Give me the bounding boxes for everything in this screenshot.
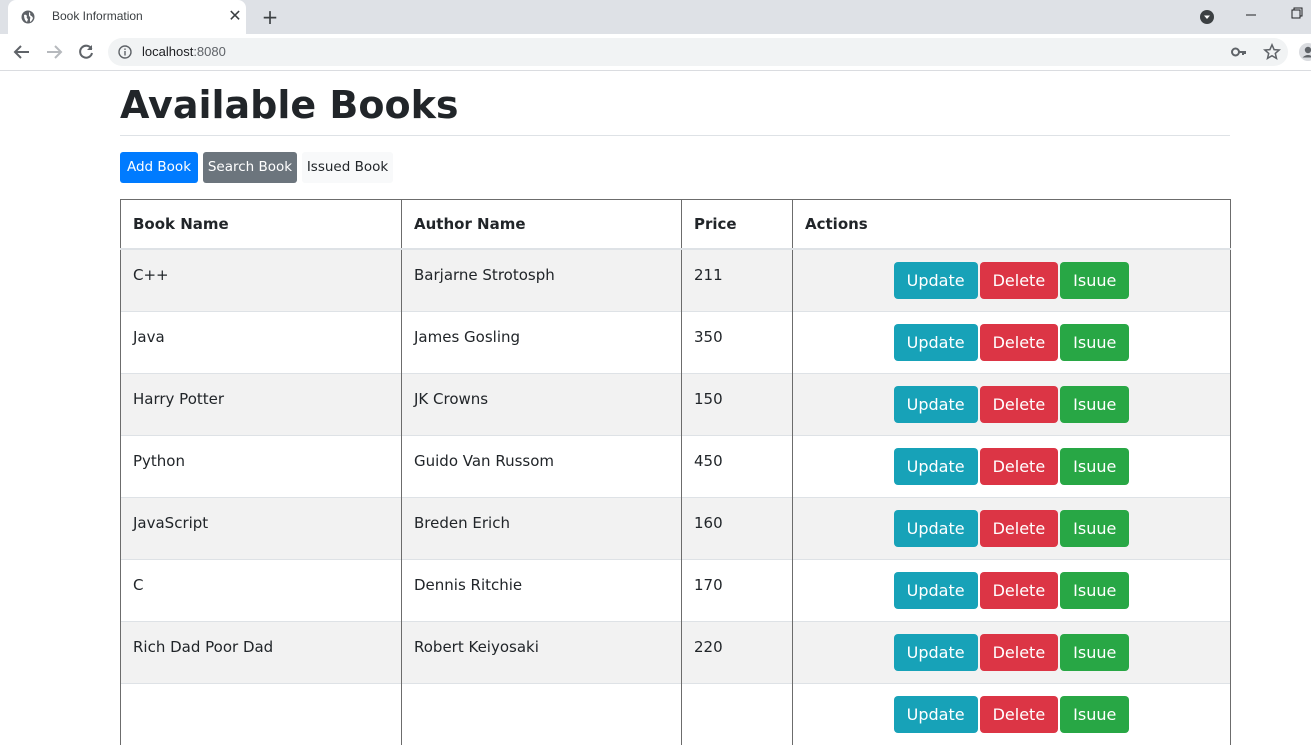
update-button[interactable]: Update <box>893 633 978 671</box>
cell-author-name: JK Crowns <box>401 372 682 435</box>
cell-actions: Update Delete Isuue <box>792 434 1231 497</box>
cell-author-name: Breden Erich <box>401 496 682 559</box>
cell-price: 220 <box>681 620 793 683</box>
table-row: Update Delete Isuue <box>120 682 1231 745</box>
cell-book-name: Python <box>120 434 402 497</box>
cell-price: 211 <box>681 248 793 311</box>
cell-book-name: Rich Dad Poor Dad <box>120 620 402 683</box>
cell-book-name <box>120 682 402 745</box>
issue-button[interactable]: Isuue <box>1060 262 1130 299</box>
info-icon[interactable] <box>118 45 132 59</box>
delete-button[interactable]: Delete <box>979 695 1059 733</box>
table-header-row: Book Name Author Name Price Actions <box>120 199 1231 250</box>
new-tab-icon[interactable]: + <box>259 6 281 28</box>
delete-button[interactable]: Delete <box>979 262 1059 299</box>
tab-title: Book Information <box>52 9 143 23</box>
table-row: Python Guido Van Russom 450 Update Delete… <box>120 434 1231 497</box>
minimize-icon[interactable] <box>1244 6 1258 20</box>
issued-book-button[interactable]: Issued Book <box>302 152 393 183</box>
url-text: localhost:8080 <box>142 44 226 59</box>
cell-author-name: Dennis Ritchie <box>401 558 682 621</box>
cell-actions: Update Delete Isuue <box>792 372 1231 435</box>
reload-icon[interactable] <box>76 42 96 62</box>
delete-button[interactable]: Delete <box>979 509 1059 547</box>
delete-button[interactable]: Delete <box>979 571 1059 609</box>
cell-actions: Update Delete Isuue <box>792 310 1231 373</box>
table-row: Rich Dad Poor Dad Robert Keiyosaki 220 U… <box>120 620 1231 683</box>
key-icon[interactable] <box>1231 45 1247 59</box>
column-header-author-name: Author Name <box>401 199 682 250</box>
star-icon[interactable] <box>1263 43 1281 61</box>
update-button[interactable]: Update <box>893 447 978 485</box>
cell-actions: Update Delete Isuue <box>792 682 1231 745</box>
delete-button[interactable]: Delete <box>979 633 1059 671</box>
update-button[interactable]: Update <box>893 385 978 423</box>
issue-button[interactable]: Isuue <box>1060 633 1130 671</box>
update-button[interactable]: Update <box>893 695 978 733</box>
cell-author-name: Robert Keiyosaki <box>401 620 682 683</box>
table-row: JavaScript Breden Erich 160 Update Delete… <box>120 496 1231 559</box>
cell-price <box>681 682 793 745</box>
update-button[interactable]: Update <box>893 571 978 609</box>
tab-search-icon[interactable] <box>1199 9 1215 25</box>
delete-button[interactable]: Delete <box>979 323 1059 361</box>
address-bar[interactable]: localhost:8080 <box>108 38 1288 66</box>
close-tab-icon[interactable]: ✕ <box>226 7 244 25</box>
search-book-button[interactable]: Search Book <box>203 152 297 183</box>
issue-button[interactable]: Isuue <box>1060 695 1130 733</box>
cell-price: 350 <box>681 310 793 373</box>
cell-author-name <box>401 682 682 745</box>
page-title: Available Books <box>120 83 459 127</box>
issue-button[interactable]: Isuue <box>1060 447 1130 485</box>
divider <box>120 135 1230 136</box>
add-book-button[interactable]: Add Book <box>120 152 198 183</box>
delete-button[interactable]: Delete <box>979 385 1059 423</box>
cell-book-name: JavaScript <box>120 496 402 559</box>
table-row: C Dennis Ritchie 170 Update Delete Isuue <box>120 558 1231 621</box>
cell-actions: Update Delete Isuue <box>792 248 1231 311</box>
update-button[interactable]: Update <box>893 323 978 361</box>
globe-icon <box>21 10 35 24</box>
browser-tabstrip: Book Information ✕ + <box>0 0 1311 34</box>
cell-actions: Update Delete Isuue <box>792 620 1231 683</box>
cell-book-name: Java <box>120 310 402 373</box>
cell-actions: Update Delete Isuue <box>792 496 1231 559</box>
update-button[interactable]: Update <box>893 262 978 299</box>
table-row: Java James Gosling 350 Update Delete Isuue <box>120 310 1231 373</box>
issue-button[interactable]: Isuue <box>1060 509 1130 547</box>
forward-arrow-icon[interactable] <box>44 42 64 62</box>
cell-author-name: Guido Van Russom <box>401 434 682 497</box>
books-table: Book Name Author Name Price Actions C++ … <box>120 199 1231 745</box>
cell-book-name: Harry Potter <box>120 372 402 435</box>
issue-button[interactable]: Isuue <box>1060 323 1130 361</box>
issue-button[interactable]: Isuue <box>1060 571 1130 609</box>
cell-author-name: James Gosling <box>401 310 682 373</box>
cell-price: 160 <box>681 496 793 559</box>
table-row: C++ Barjarne Strotosph 211 Update Delete I… <box>120 248 1231 311</box>
cell-price: 450 <box>681 434 793 497</box>
avatar-icon[interactable] <box>1298 42 1311 62</box>
cell-book-name: C++ <box>120 248 402 311</box>
issue-button[interactable]: Isuue <box>1060 385 1130 423</box>
browser-toolbar: localhost:8080 <box>0 34 1311 71</box>
maximize-icon[interactable] <box>1290 6 1304 20</box>
cell-price: 150 <box>681 372 793 435</box>
table-row: Harry Potter JK Crowns 150 Update Delete I… <box>120 372 1231 435</box>
cell-price: 170 <box>681 558 793 621</box>
browser-tab[interactable]: Book Information ✕ <box>8 0 246 34</box>
column-header-book-name: Book Name <box>120 199 402 250</box>
cell-book-name: C <box>120 558 402 621</box>
update-button[interactable]: Update <box>893 509 978 547</box>
column-header-price: Price <box>681 199 793 250</box>
column-header-actions: Actions <box>792 199 1231 250</box>
back-arrow-icon[interactable] <box>12 42 32 62</box>
cell-actions: Update Delete Isuue <box>792 558 1231 621</box>
delete-button[interactable]: Delete <box>979 447 1059 485</box>
cell-author-name: Barjarne Strotosph <box>401 248 682 311</box>
